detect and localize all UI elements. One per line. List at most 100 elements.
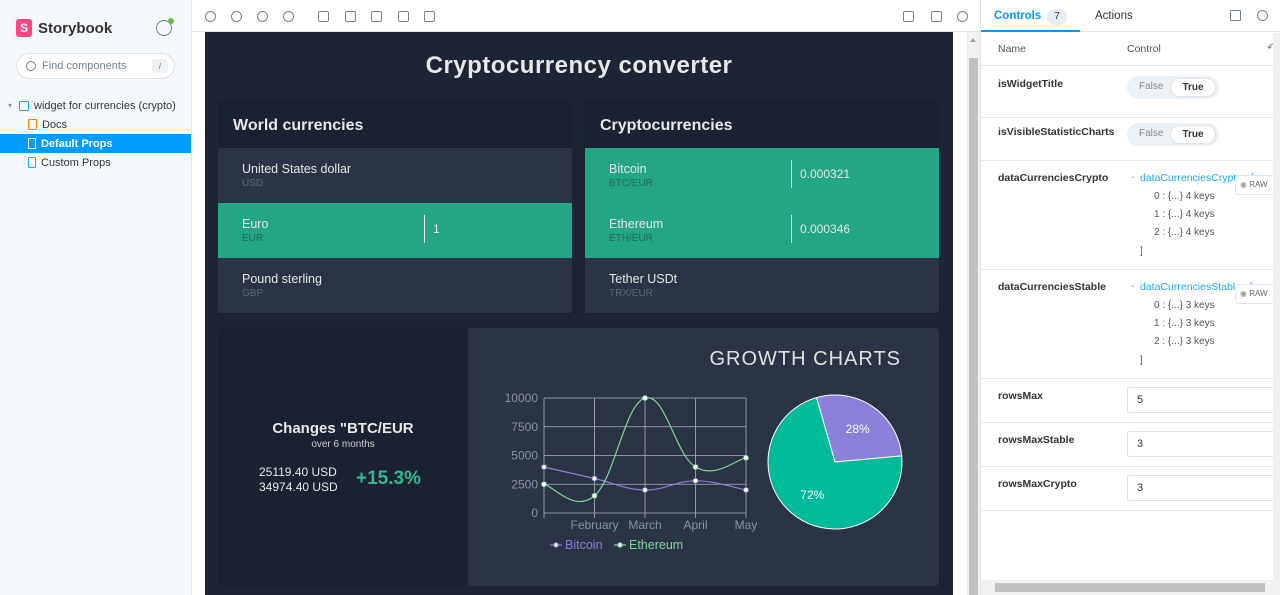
control-name: dataCurrenciesCrypto: [998, 172, 1109, 184]
toggle-false[interactable]: False: [1139, 128, 1163, 139]
currency-row-selected[interactable]: Euro EUR 1: [218, 203, 572, 258]
expand-caret-icon[interactable]: -: [1131, 172, 1134, 183]
reload-icon[interactable]: [203, 9, 217, 23]
scrollbar-thumb[interactable]: [969, 58, 978, 595]
object-entry[interactable]: 0 : {...} 3 keys: [1154, 300, 1215, 311]
data-point-ethereum: [541, 481, 547, 488]
world-currencies-panel: World currencies United States dollar US…: [218, 100, 572, 314]
search-box[interactable]: Find components /: [16, 53, 175, 79]
raw-button[interactable]: ◉ RAW: [1235, 175, 1275, 195]
boolean-toggle[interactable]: False True: [1127, 123, 1219, 146]
expand-caret-icon[interactable]: -: [1131, 281, 1134, 292]
settings-icon[interactable]: [156, 18, 174, 36]
toggle-false[interactable]: False: [1139, 81, 1163, 92]
tree-item-label: Default Props: [41, 137, 113, 150]
column-control: Control: [1127, 43, 1161, 55]
data-point-bitcoin: [591, 475, 598, 482]
changes-block: Changes "BTC/EUR over 6 months 25119.40 …: [218, 328, 468, 586]
growth-charts-svg: 0 2500 5000 7500 10000 February March April May B…: [505, 391, 903, 552]
search-icon: [26, 61, 36, 71]
currency-name: United States dollar: [242, 162, 352, 176]
outline-icon[interactable]: [422, 9, 436, 23]
zoom-reset-icon[interactable]: [281, 9, 295, 23]
open-new-tab-icon[interactable]: [929, 9, 943, 23]
currency-row[interactable]: Pound sterling GBP: [218, 258, 572, 313]
brand[interactable]: S Storybook: [16, 18, 112, 38]
control-name: dataCurrenciesStable: [998, 281, 1106, 293]
changes-title: Changes "BTC/EUR: [272, 420, 414, 437]
addons-scrollbar[interactable]: [1273, 33, 1280, 580]
currency-row[interactable]: United States dollar USD: [218, 148, 572, 203]
crypto-name: Bitcoin: [609, 162, 647, 176]
rate-value: 0.000321: [791, 160, 939, 188]
panel-position-icon[interactable]: [1230, 10, 1241, 21]
raw-button[interactable]: ◉ RAW: [1235, 284, 1275, 304]
data-point-ethereum: [642, 395, 648, 401]
object-entry[interactable]: 2 : {...} 3 keys: [1154, 336, 1215, 347]
control-row-isvisiblestatisticcharts: isVisibleStatisticCharts False True: [981, 118, 1273, 161]
change-percent: +15.3%: [356, 468, 421, 489]
close-panel-icon[interactable]: [1257, 10, 1268, 21]
control-name: rowsMaxCrypto: [998, 478, 1077, 490]
tab-controls[interactable]: Controls 7: [981, 0, 1080, 32]
storybook-app: S Storybook Find components / ▾ widget f…: [0, 0, 1280, 595]
object-entry[interactable]: 1 : {...} 3 keys: [1154, 318, 1215, 329]
control-row-datacurrenciesstable: dataCurrenciesStable - dataCurrenciesSta…: [981, 270, 1275, 379]
tree-group-widget[interactable]: ▾ widget for currencies (crypto): [0, 96, 191, 115]
background-icon[interactable]: [316, 9, 330, 23]
control-row-iswidgettitle: isWidgetTitle False True: [981, 67, 1273, 118]
x-tick-label: February: [570, 518, 618, 532]
crypto-row-selected[interactable]: Bitcoin BTC/EUR 0.000321: [585, 148, 939, 203]
y-tick-label: 7500: [511, 420, 538, 434]
measure-icon[interactable]: [369, 9, 383, 23]
tree-item-default-props[interactable]: Default Props: [0, 134, 191, 153]
rowsmaxstable-input[interactable]: 3: [1127, 431, 1275, 457]
crypto-row-selected[interactable]: Ethereum ETH/EUR 0.000346: [585, 203, 939, 258]
y-tick-label: 0: [531, 506, 538, 520]
scroll-up-icon[interactable]: [970, 38, 976, 42]
object-entry[interactable]: 0 : {...} 4 keys: [1154, 191, 1215, 202]
scrollbar-thumb[interactable]: [995, 583, 1265, 592]
currency-code: GBP: [242, 288, 264, 299]
toggle-true[interactable]: True: [1170, 78, 1216, 97]
statistics-section: Changes "BTC/EUR over 6 months 25119.40 …: [218, 328, 939, 586]
object-entry[interactable]: 1 : {...} 4 keys: [1154, 209, 1215, 220]
toggle-true[interactable]: True: [1170, 125, 1216, 144]
pie-slice-label: 72%: [800, 488, 824, 502]
rate-value: 0.000346: [791, 215, 939, 243]
cryptocurrencies-panel: Cryptocurrencies Bitcoin BTC/EUR 0.00032…: [585, 100, 939, 314]
chevron-down-icon: ▾: [8, 101, 13, 110]
grid-icon[interactable]: [343, 9, 357, 23]
legend-label-ethereum: Ethereum: [629, 538, 683, 552]
crypto-code: BTC/EUR: [609, 178, 653, 189]
search-input[interactable]: Find components: [42, 60, 146, 72]
crypto-name: Ethereum: [609, 217, 664, 231]
tree-item-custom-props[interactable]: Custom Props: [0, 153, 191, 172]
control-name: rowsMax: [998, 390, 1043, 402]
tree-item-docs[interactable]: Docs: [0, 115, 191, 134]
crypto-row[interactable]: Tether USDt TRX/EUR: [585, 258, 939, 313]
rowsmaxcrypto-input[interactable]: 3: [1127, 475, 1275, 501]
tab-actions[interactable]: Actions: [1095, 0, 1133, 32]
storybook-logo-icon: S: [16, 19, 32, 37]
toolbar: [192, 0, 980, 32]
rowsmax-input[interactable]: 5: [1127, 387, 1275, 413]
data-point-ethereum: [591, 492, 598, 499]
control-name: isVisibleStatisticCharts: [998, 126, 1115, 138]
copy-link-icon[interactable]: [955, 9, 969, 23]
control-row-datacurrenciescrypto: dataCurrenciesCrypto - dataCurrenciesCry…: [981, 161, 1275, 270]
zoom-in-icon[interactable]: [229, 9, 243, 23]
canvas-scrollbar[interactable]: [967, 32, 980, 595]
crypto-name: Tether USDt: [609, 272, 678, 286]
viewport-icon[interactable]: [396, 9, 410, 23]
currency-widget: Cryptocurrency converter World currencie…: [205, 32, 953, 595]
fullscreen-icon[interactable]: [901, 9, 915, 23]
boolean-toggle[interactable]: False True: [1127, 76, 1219, 99]
object-entry[interactable]: 2 : {...} 4 keys: [1154, 227, 1215, 238]
changes-subtitle: over 6 months: [311, 439, 375, 450]
notification-dot: [168, 18, 174, 24]
zoom-out-icon[interactable]: [255, 9, 269, 23]
amount-input[interactable]: 1: [424, 215, 572, 243]
control-name: rowsMaxStable: [998, 434, 1075, 446]
horizontal-scrollbar[interactable]: [981, 580, 1280, 595]
